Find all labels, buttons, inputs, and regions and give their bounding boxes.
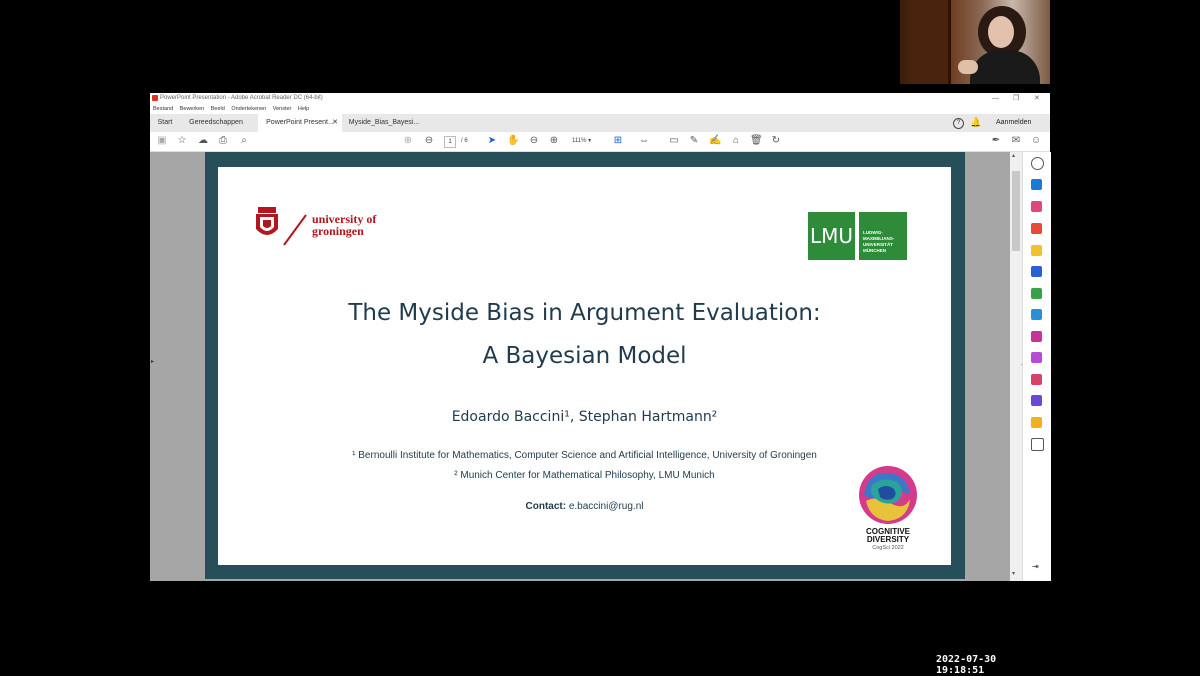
edit-pdf-icon[interactable] — [1031, 201, 1042, 212]
menu-help[interactable]: Help — [298, 106, 309, 112]
document-area[interactable]: ▸ university of groningen LMU LUDWIG- MA… — [150, 152, 1022, 581]
pen-icon[interactable]: ✎ — [688, 135, 700, 147]
rug-logo-text: university of groningen — [312, 213, 376, 237]
tab-gereedschappen[interactable]: Gereedschappen — [184, 114, 248, 132]
menu-ondertekenen[interactable]: Ondertekenen — [231, 106, 266, 112]
lmu-line4: MÜNCHEN — [863, 248, 886, 253]
menu-bestand[interactable]: Bestand — [153, 106, 173, 112]
scroll-mode-icon[interactable]: ⇔ — [638, 135, 650, 147]
rug-crest-icon — [254, 207, 280, 241]
menu-venster[interactable]: Venster — [273, 106, 292, 112]
window-title: PowerPoint Presentation - Adobe Acrobat … — [160, 95, 323, 101]
redact-icon[interactable] — [1031, 374, 1042, 385]
slide-page: university of groningen LMU LUDWIG- MAXI… — [218, 167, 951, 565]
maximize-button[interactable]: ❐ — [1013, 93, 1019, 104]
signin-link[interactable]: Aanmelden — [996, 114, 1031, 132]
collapse-panel-icon[interactable]: ⇥ — [1032, 562, 1039, 571]
search-icon[interactable]: ⌕ — [238, 135, 250, 147]
save-icon[interactable]: ▣ — [156, 135, 168, 147]
close-button[interactable]: ✕ — [1034, 93, 1040, 104]
slide-title-line2: A Bayesian Model — [482, 343, 687, 369]
tab-label: PowerPoint Present... — [266, 119, 334, 126]
scroll-up-icon[interactable]: ▴ — [1012, 152, 1015, 159]
scroll-down-icon[interactable]: ▾ — [1012, 570, 1015, 577]
account-icon[interactable]: ☺ — [1030, 135, 1042, 147]
menu-bar: Bestand Bewerken Beeld Ondertekenen Vens… — [150, 104, 1050, 114]
help-icon[interactable]: ? — [953, 118, 964, 129]
tag-icon[interactable]: ⌂ — [730, 135, 742, 147]
print-icon[interactable]: ⎙ — [217, 135, 229, 147]
comment-tool-icon[interactable] — [1031, 245, 1042, 256]
select-cursor-icon[interactable]: ➤ — [486, 135, 498, 147]
zoom-level-select[interactable]: 111% ▾ — [572, 136, 602, 146]
export-pdf-icon[interactable] — [1031, 179, 1042, 190]
fit-page-icon[interactable]: ⊞ — [612, 135, 624, 147]
contact: Contact: e.baccini@rug.nl — [218, 501, 951, 512]
contact-email: e.baccini@rug.nl — [568, 501, 644, 512]
star-icon[interactable]: ☆ — [176, 135, 188, 147]
lmu-logo-mark: LMU — [808, 212, 855, 260]
zoom-value: 111% — [572, 138, 587, 144]
acrobat-app-icon — [152, 95, 158, 101]
page-number-input[interactable]: 1 — [444, 136, 456, 148]
rug-logo-line2: groningen — [312, 224, 364, 238]
fill-sign-icon[interactable] — [1031, 331, 1042, 342]
sign-icon[interactable]: ✍ — [709, 135, 721, 147]
zoom-in-icon[interactable]: ⊕ — [548, 135, 560, 147]
cogsci-line3: CogSci 2022 — [872, 545, 904, 551]
rotate-icon[interactable]: ↻ — [770, 135, 782, 147]
webcam-video — [900, 0, 1050, 84]
zoom-icon[interactable] — [1031, 157, 1044, 170]
scroll-thumb[interactable] — [1012, 171, 1020, 251]
send-review-icon[interactable] — [1031, 417, 1042, 428]
tab-bar: Start Gereedschappen PowerPoint Present.… — [150, 114, 1050, 132]
tab-myside-bias[interactable]: Myside_Bias_Bayesi... — [348, 114, 420, 132]
more-tools-icon[interactable] — [1031, 438, 1044, 451]
cogsci-logo-icon — [858, 465, 918, 525]
page-total: / 6 — [461, 138, 468, 144]
authors: Edoardo Baccini¹, Stephan Hartmann² — [451, 409, 718, 425]
cogsci-logo-text: COGNITIVE DIVERSITY CogSci 2022 — [848, 528, 928, 552]
title-bar: PowerPoint Presentation - Adobe Acrobat … — [150, 93, 1050, 104]
combine-files-icon[interactable] — [1031, 266, 1042, 277]
hand-tool-icon[interactable]: ✋ — [507, 135, 519, 147]
prev-page-icon[interactable]: ⊕ — [402, 135, 414, 147]
next-page-icon[interactable]: ⊖ — [423, 135, 435, 147]
trash-icon[interactable]: 🗑 — [750, 135, 763, 147]
lmu-logo-text: LUDWIG- MAXIMILIANS- UNIVERSITÄT MÜNCHEN — [859, 212, 907, 260]
organize-pages-icon[interactable] — [1031, 288, 1042, 299]
tab-start[interactable]: Start — [152, 114, 178, 132]
tab-powerpoint-presentation[interactable]: PowerPoint Present... ✕ — [258, 114, 342, 132]
comment-icon[interactable]: ▭ — [668, 135, 680, 147]
tab-close-icon[interactable]: ✕ — [332, 114, 338, 132]
create-pdf-icon[interactable] — [1031, 223, 1042, 234]
edit-pen-icon[interactable]: ✒ — [990, 135, 1002, 147]
protect-icon[interactable] — [1031, 352, 1042, 363]
main-toolbar: ▣ ☆ ☁ ⎙ ⌕ ⊕ ⊖ 1 / 6 ➤ ✋ ⊖ ⊕ 111% ▾ ⊞ ⇔ ▭… — [150, 132, 1050, 152]
recording-timestamp: 2022-07-30 19:18:51 — [936, 654, 997, 676]
tools-panel: ⇥ — [1022, 152, 1051, 581]
slide-title-line1: The Myside Bias in Argument Evaluation: — [348, 300, 821, 326]
affiliation-1: ¹ Bernoulli Institute for Mathematics, C… — [352, 450, 817, 461]
affiliation-2: ² Munich Center for Mathematical Philoso… — [454, 470, 715, 481]
menu-bewerken[interactable]: Bewerken — [180, 106, 204, 112]
acrobat-window: PowerPoint Presentation - Adobe Acrobat … — [150, 93, 1051, 581]
zoom-out-icon[interactable]: ⊖ — [528, 135, 540, 147]
cogsci-line2: DIVERSITY — [866, 535, 910, 544]
menu-beeld[interactable]: Beeld — [211, 106, 225, 112]
bell-icon[interactable]: 🔔 — [970, 117, 981, 128]
rug-logo-slash — [283, 214, 307, 246]
scan-ocr-icon[interactable] — [1031, 309, 1042, 320]
minimize-button[interactable]: — — [992, 93, 999, 104]
left-panel-toggle-icon[interactable]: ▸ — [151, 358, 154, 365]
upload-cloud-icon[interactable]: ☁ — [197, 135, 209, 147]
contact-label: Contact: — [525, 501, 567, 512]
request-signature-icon[interactable] — [1031, 395, 1042, 406]
mail-icon[interactable]: ✉ — [1010, 135, 1022, 147]
